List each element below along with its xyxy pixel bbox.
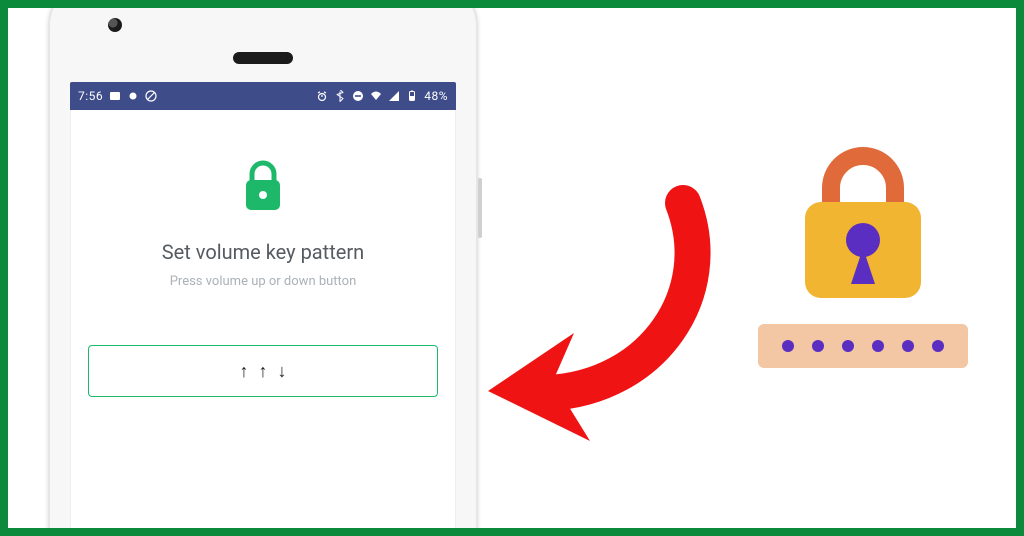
picture-icon <box>109 90 121 102</box>
password-dot <box>782 340 794 352</box>
attention-arrow-icon <box>478 183 728 443</box>
lock-icon <box>240 158 286 214</box>
bluetooth-icon <box>334 90 346 102</box>
app-content: Set volume key pattern Press volume up o… <box>70 110 456 397</box>
status-battery-pct: 48% <box>424 89 448 103</box>
front-camera <box>108 18 122 32</box>
page-title: Set volume key pattern <box>162 240 364 264</box>
password-dot <box>902 340 914 352</box>
canvas: 7:56 <box>0 0 1024 536</box>
signal-icon <box>388 90 400 102</box>
arrow-up-icon: ↑ <box>240 361 249 382</box>
pattern-input[interactable]: ↑ ↑ ↓ <box>88 345 438 397</box>
password-dot <box>872 340 884 352</box>
page-subtitle: Press volume up or down button <box>170 274 357 289</box>
password-field-graphic <box>758 324 968 368</box>
status-bar: 7:56 <box>70 82 456 110</box>
wifi-icon <box>370 90 382 102</box>
earpiece <box>233 52 293 64</box>
phone-device: 7:56 <box>48 0 478 536</box>
status-time: 7:56 <box>78 89 103 103</box>
arrow-down-icon: ↓ <box>278 361 287 382</box>
phone-screen: 7:56 <box>70 82 456 536</box>
password-dot <box>812 340 824 352</box>
padlock-icon <box>783 138 943 308</box>
lock-password-graphic <box>753 138 973 398</box>
dnd-icon <box>352 90 364 102</box>
no-sync-icon <box>145 90 157 102</box>
password-dot <box>932 340 944 352</box>
arrow-up-icon: ↑ <box>259 361 268 382</box>
dot-icon <box>127 90 139 102</box>
password-dot <box>842 340 854 352</box>
alarm-icon <box>316 90 328 102</box>
battery-icon <box>406 90 418 102</box>
